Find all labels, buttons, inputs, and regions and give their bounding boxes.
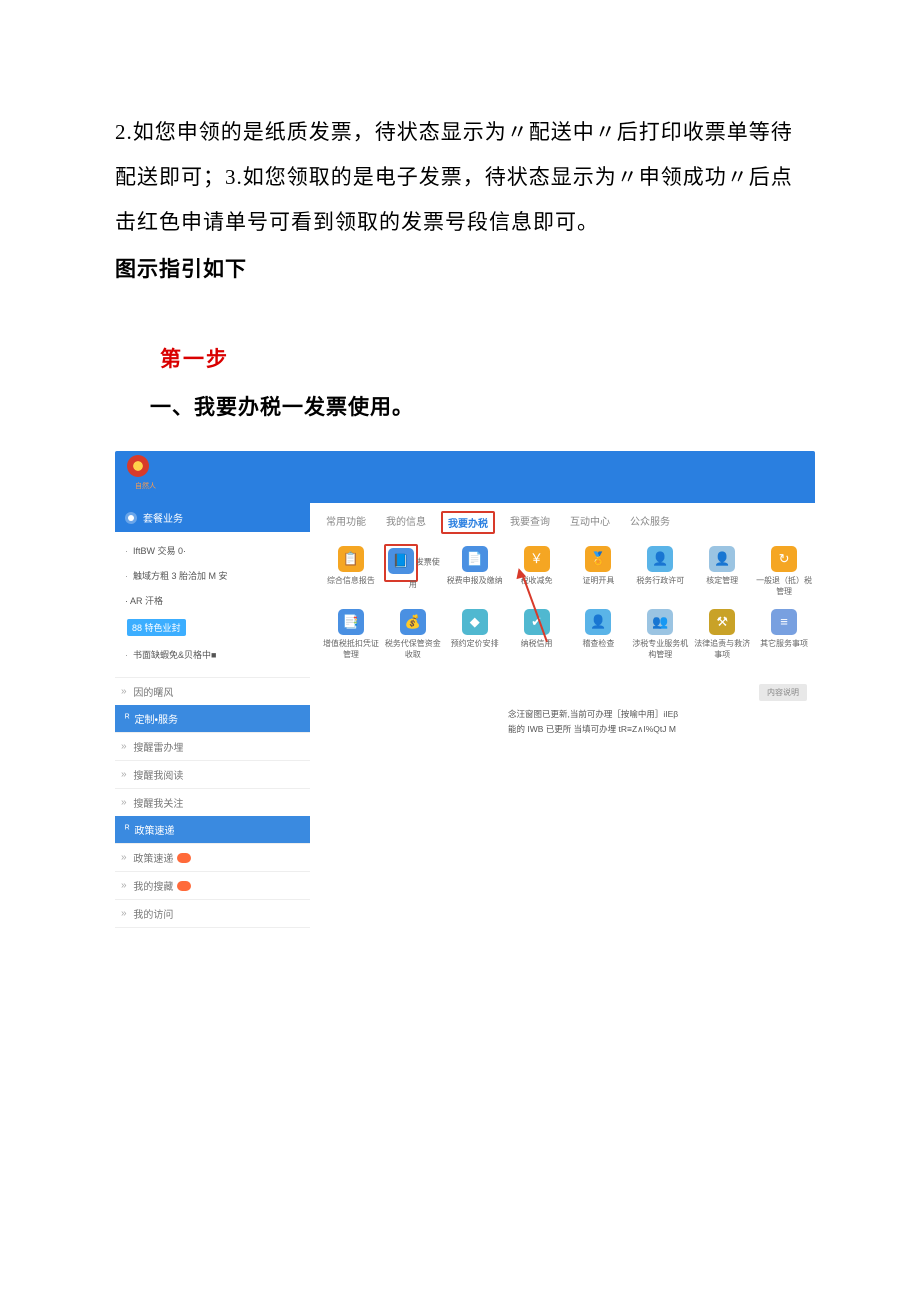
badge-chip (177, 881, 191, 891)
emblem-icon (127, 455, 149, 477)
sidebar-header-label: 套餐业务 (143, 510, 183, 525)
sidebar-header-label: 定制•服务 (135, 711, 179, 726)
sidebar-item[interactable]: » 搜醒我阅读 (115, 760, 310, 788)
icon-approve-mgmt[interactable]: 👤核定管理 (693, 546, 751, 597)
badge-chip (177, 853, 191, 863)
content-area: 常用功能 我的信息 我要办税 我要查询 互动中心 公众服务 📋综合信息报告 📘发… (320, 503, 815, 928)
portal-header: 自然人 (115, 451, 815, 503)
sidebar-item[interactable]: » 搜醒我关注 (115, 788, 310, 816)
coin-icon: ￥ (524, 546, 550, 572)
tab-bar: 常用功能 我的信息 我要办税 我要查询 互动中心 公众服务 (320, 503, 815, 538)
clipboard-icon: 📋 (338, 546, 364, 572)
step-one-desc: 一、我要办税一发票使用。 (150, 391, 805, 421)
sidebar-item[interactable]: 88 特色业封 (115, 613, 310, 642)
icon-legal[interactable]: ⚒法律追责与救济事项 (693, 609, 751, 660)
sidebar-item[interactable]: » 政策速递 (115, 843, 310, 871)
tab-common[interactable]: 常用功能 (326, 513, 366, 532)
person-icon: 👤 (647, 546, 673, 572)
notice-button[interactable]: 内容说明 (759, 684, 807, 701)
person-icon: ᴿ (125, 713, 130, 724)
list-icon: ≡ (771, 609, 797, 635)
icon-vat-voucher[interactable]: 📑增值税抵扣凭证管理 (322, 609, 380, 660)
sidebar-list-1: ·IftBW 交易 0· ·触域方粗 3 胎洽加 M 安 · AR 汗格 88 … (115, 532, 310, 677)
sidebar-section-policy[interactable]: ᴿ 政策速递 (115, 816, 310, 843)
sidebar-header-label: 政策速递 (135, 822, 175, 837)
icon-cert-issue[interactable]: 🏅证明开具 (570, 546, 628, 597)
sidebar-item[interactable]: » 搜醒雷办埋 (115, 732, 310, 760)
sidebar-item[interactable]: » 因的曙风 (115, 677, 310, 705)
icon-apa[interactable]: ◆预约定价安排 (446, 609, 504, 660)
icon-info-report[interactable]: 📋综合信息报告 (322, 546, 380, 597)
tab-interact[interactable]: 互动中心 (570, 513, 610, 532)
icon-tax-declare[interactable]: 📄税费申报及缴纳 (446, 546, 504, 597)
package-icon (125, 512, 137, 524)
document-page: 2.如您申领的是纸质发票，待状态显示为〃配送中〃后打印收票单等待配送即可；3.如… (0, 0, 920, 988)
tab-public[interactable]: 公众服务 (630, 513, 670, 532)
invoice-icon: 📘 (388, 548, 414, 574)
policy-icon: ᴿ (125, 824, 130, 835)
tax-portal-screenshot: 自然人 套餐业务 ·IftBW 交易 0· ·触域方粗 3 胎洽加 M 安 · … (115, 451, 815, 928)
step-one-label: 第一步 (160, 343, 805, 373)
icon-audit[interactable]: 👤稽查检查 (570, 609, 628, 660)
tab-query[interactable]: 我要查询 (510, 513, 550, 532)
icon-invoice-use[interactable]: 📘发票使用 (384, 546, 442, 597)
sidebar-list-2-pre: » 因的曙风 (115, 677, 310, 705)
icon-pro-service[interactable]: 👥涉税专业服务机构管理 (631, 609, 689, 660)
sidebar-item[interactable]: ·IftBW 交易 0· (115, 538, 310, 563)
icon-admin-permit[interactable]: 👤税务行政许可 (631, 546, 689, 597)
icon-refund[interactable]: ↻一般退（抵）税管理 (755, 546, 813, 597)
icon-grid-row1: 📋综合信息报告 📘发票使用 📄税费申报及缴纳 ￥税收减免 🏅证明开具 👤税务行政… (320, 538, 815, 601)
sidebar-section-packages[interactable]: 套餐业务 (115, 503, 310, 532)
seal-icon: 🏅 (585, 546, 611, 572)
notice-line: 能的 IWB 已更所 当填可办埋 tR≡Z∧I%QtJ M (508, 722, 807, 737)
tab-do-tax[interactable]: 我要办税 (441, 511, 495, 534)
icon-grid-row2: 📑增值税抵扣凭证管理 💰税务代保管资金收取 ◆预约定价安排 ✔纳税信用 👤稽查检… (320, 601, 815, 664)
sidebar-item[interactable]: » 我的搜藏 (115, 871, 310, 899)
person-icon: 👤 (709, 546, 735, 572)
bag-icon: 💰 (400, 609, 426, 635)
icon-custody-fund[interactable]: 💰税务代保管资金收取 (384, 609, 442, 660)
gavel-icon: ⚒ (709, 609, 735, 635)
refund-icon: ↻ (771, 546, 797, 572)
audit-person-icon: 👤 (585, 609, 611, 635)
header-subtext: 自然人 (135, 481, 156, 491)
sidebar-item[interactable]: · AR 汗格 (115, 588, 310, 613)
sidebar-item[interactable]: ·触域方粗 3 胎洽加 M 安 (115, 563, 310, 588)
notice-line: 念汪窗图已更新,当前可办理［按喻中用］iIEβ (508, 707, 807, 722)
sidebar-list-2: » 搜醒雷办埋 » 搜醒我阅读 » 搜醒我关注 (115, 732, 310, 816)
icon-other[interactable]: ≡其它服务事项 (755, 609, 813, 660)
sidebar-item[interactable]: » 我的访问 (115, 899, 310, 928)
doc-icon: 📑 (338, 609, 364, 635)
tab-myinfo[interactable]: 我的信息 (386, 513, 426, 532)
group-icon: 👥 (647, 609, 673, 635)
notice-area: 内容说明 念汪窗图已更新,当前可办理［按喻中用］iIEβ 能的 IWB 已更所 … (320, 664, 815, 744)
declare-icon: 📄 (462, 546, 488, 572)
guide-heading: 图示指引如下 (115, 253, 805, 283)
body-paragraph: 2.如您申领的是纸质发票，待状态显示为〃配送中〃后打印收票单等待配送即可；3.如… (115, 110, 805, 245)
sidebar-item[interactable]: ·书面缺蝦免&贝格中■ (115, 642, 310, 667)
shield-icon: ◆ (462, 609, 488, 635)
sidebar-list-3: » 政策速递 » 我的搜藏 » 我的访问 (115, 843, 310, 928)
sidebar: 套餐业务 ·IftBW 交易 0· ·触域方粗 3 胎洽加 M 安 · AR 汗… (115, 503, 310, 928)
sidebar-section-custom[interactable]: ᴿ 定制•服务 (115, 705, 310, 732)
